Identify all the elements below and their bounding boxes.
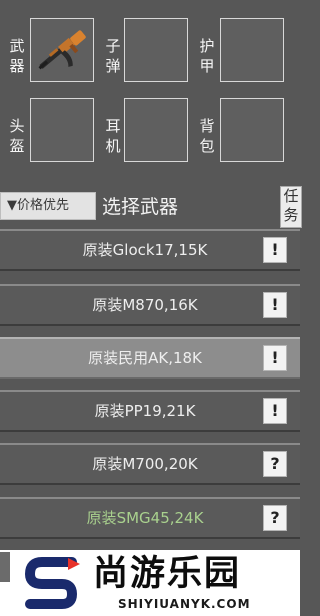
weapon-list-item[interactable]: 原装M700,20K?	[0, 443, 300, 485]
ak-rifle-icon	[38, 30, 86, 70]
ammo-label: 子弹	[105, 37, 121, 75]
watermark-brand: 尚游乐园	[93, 554, 242, 594]
armor-label: 护甲	[199, 37, 215, 75]
weapon-item-name: 原装M870,16K	[92, 296, 198, 314]
weapon-list-item[interactable]: 原装民用AK,18K!	[0, 337, 300, 379]
brand-logo-icon	[24, 557, 80, 609]
headset-slot[interactable]	[124, 98, 188, 162]
alert-badge-button[interactable]: !	[263, 345, 287, 371]
weapon-list-item[interactable]: 原装PP19,21K!	[0, 390, 300, 432]
weapon-item-name: 原装民用AK,18K	[88, 349, 202, 367]
alert-badge-button[interactable]: !	[263, 237, 287, 263]
alert-badge-button[interactable]: !	[263, 292, 287, 318]
weapon-label: 武器	[9, 37, 25, 75]
weapon-item-name: 原装PP19,21K	[94, 402, 196, 420]
weapon-slot[interactable]	[30, 18, 94, 82]
alert-badge-button[interactable]: !	[263, 398, 287, 424]
weapon-list-item[interactable]: 原装Glock17,15K!	[0, 229, 300, 271]
sort-dropdown-button[interactable]: ▼价格优先	[0, 192, 96, 220]
backpack-slot[interactable]	[220, 98, 284, 162]
help-badge-button[interactable]: ?	[263, 451, 287, 477]
weapon-item-name: 原装M700,20K	[92, 455, 198, 473]
list-edge-stub	[0, 552, 10, 582]
watermark-url: SHIYIUANYK.COM	[118, 597, 251, 611]
helmet-label: 头盔	[9, 117, 25, 155]
weapon-item-name: 原装Glock17,15K	[82, 241, 208, 259]
headset-label: 耳机	[105, 117, 121, 155]
task-button[interactable]: 任务	[280, 186, 302, 228]
section-title: 选择武器	[102, 196, 179, 218]
weapon-item-name: 原装SMG45,24K	[86, 509, 204, 527]
armor-slot[interactable]	[220, 18, 284, 82]
helmet-slot[interactable]	[30, 98, 94, 162]
help-badge-button[interactable]: ?	[263, 505, 287, 531]
weapon-list-item[interactable]: 原装M870,16K!	[0, 284, 300, 326]
weapon-list-item[interactable]: 原装SMG45,24K?	[0, 497, 300, 539]
ammo-slot[interactable]	[124, 18, 188, 82]
backpack-label: 背包	[199, 117, 215, 155]
